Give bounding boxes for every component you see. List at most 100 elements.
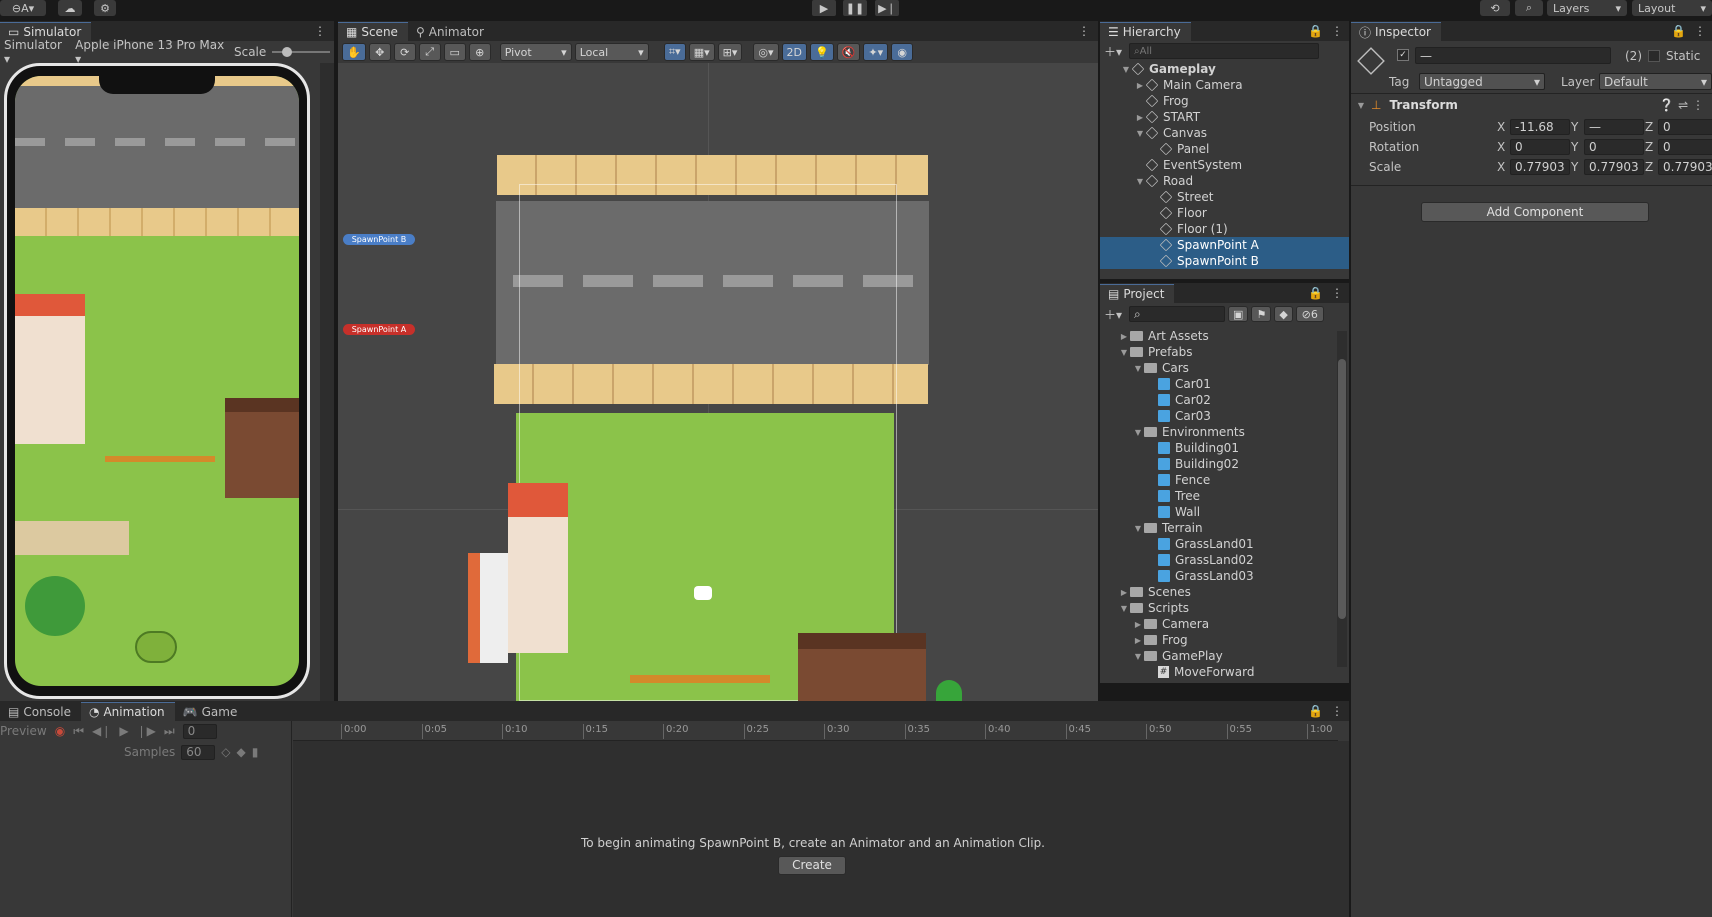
transform-help-icon[interactable]: ❔ ⇌ ⋮ bbox=[1659, 98, 1704, 112]
animation-lock-icon[interactable]: 🔒 bbox=[1308, 704, 1327, 721]
foldout-arrow-icon[interactable]: ▼ bbox=[1132, 652, 1144, 661]
hierarchy-item[interactable]: Floor (1) bbox=[1100, 221, 1349, 237]
increment-snap-icon[interactable]: ⊞▾ bbox=[717, 43, 743, 61]
project-item[interactable]: ▶ Scenes bbox=[1100, 584, 1349, 600]
foldout-arrow-icon[interactable]: ▶ bbox=[1134, 113, 1146, 122]
record-icon[interactable]: ◉ bbox=[55, 724, 65, 738]
pos-x-field[interactable]: -11.68 bbox=[1510, 119, 1570, 135]
project-item[interactable]: # MoveForward bbox=[1100, 664, 1349, 680]
pivot-dropdown[interactable]: Pivot ▾ bbox=[499, 43, 572, 61]
pos-z-field[interactable]: 0 bbox=[1658, 119, 1712, 135]
project-item[interactable]: Building02 bbox=[1100, 456, 1349, 472]
project-item[interactable]: ▼ Scripts bbox=[1100, 600, 1349, 616]
lighting-icon[interactable]: 💡 bbox=[809, 43, 834, 61]
search-by-label-icon[interactable]: ⚑ bbox=[1251, 306, 1272, 322]
scene-menu-icon[interactable]: ⋮ bbox=[1078, 24, 1098, 41]
rot-x-field[interactable]: 0 bbox=[1510, 139, 1570, 155]
rot-z-field[interactable]: 0 bbox=[1658, 139, 1712, 155]
inspector-lock-icon[interactable]: 🔒 bbox=[1671, 24, 1690, 41]
project-item[interactable]: Car02 bbox=[1100, 392, 1349, 408]
scene-view[interactable]: SpawnPoint B SpawnPoint A bbox=[338, 63, 1098, 701]
project-item[interactable]: Car03 bbox=[1100, 408, 1349, 424]
project-add-button[interactable]: ＋▾ bbox=[1104, 306, 1122, 323]
project-item[interactable]: GrassLand01 bbox=[1100, 536, 1349, 552]
foldout-arrow-icon[interactable]: ▼ bbox=[1134, 177, 1146, 186]
favorite-icon[interactable]: ◆ bbox=[1274, 306, 1293, 322]
device-dropdown[interactable]: Apple iPhone 13 Pro Max ▾ bbox=[75, 38, 228, 66]
hierarchy-item[interactable]: ▶ START bbox=[1100, 109, 1349, 125]
pos-y-field[interactable]: — bbox=[1584, 119, 1644, 135]
camera-gizmo-icon[interactable] bbox=[694, 586, 712, 600]
history-icon[interactable]: ⟲ bbox=[1480, 0, 1510, 16]
simulator-mode-dropdown[interactable]: Simulator ▾ bbox=[4, 38, 69, 66]
grid-snap-icon[interactable]: ⌗▾ bbox=[663, 43, 686, 61]
hidden-packages-icon[interactable]: ⊘ 6 bbox=[1295, 306, 1324, 322]
collab-icon[interactable]: ⚙ bbox=[94, 0, 116, 16]
tab-hierarchy[interactable]: ☰ Hierarchy bbox=[1100, 22, 1191, 41]
next-frame-icon[interactable]: ❘▶ bbox=[137, 724, 156, 738]
project-item[interactable]: ▼ Cars bbox=[1100, 360, 1349, 376]
project-search-input[interactable]: ⌕ bbox=[1129, 306, 1226, 322]
hierarchy-menu-icon[interactable]: ⋮ bbox=[1327, 24, 1349, 41]
visibility-icon[interactable]: ◉ bbox=[891, 43, 914, 61]
hierarchy-item[interactable]: ▼ Canvas bbox=[1100, 125, 1349, 141]
hierarchy-item[interactable]: SpawnPoint A bbox=[1100, 237, 1349, 253]
hierarchy-lock-icon[interactable]: 🔒 bbox=[1308, 24, 1327, 41]
project-item[interactable]: ▶ Art Assets bbox=[1100, 328, 1349, 344]
project-item[interactable]: ▶ Frog bbox=[1100, 632, 1349, 648]
mode-2d-button[interactable]: 2D bbox=[781, 43, 807, 61]
timeline-area[interactable] bbox=[293, 741, 1349, 917]
foldout-arrow-icon[interactable]: ▼ bbox=[1134, 129, 1146, 138]
tag-dropdown[interactable]: Untagged ▾ bbox=[1419, 73, 1545, 90]
account-button[interactable]: ⊖ A ▾ bbox=[0, 0, 46, 16]
play-icon[interactable]: ▶ bbox=[812, 0, 836, 16]
scl-x-field[interactable]: 0.77903 bbox=[1510, 159, 1570, 175]
create-animation-button[interactable]: Create bbox=[778, 856, 846, 875]
prev-frame-icon[interactable]: ◀❘ bbox=[92, 724, 111, 738]
samples-field[interactable]: 60 bbox=[181, 744, 216, 760]
timeline-ruler[interactable]: 0:00 0:05 0:10 0:15 0:20 0:25 0:30 0:35 0:40 0:45… bbox=[293, 721, 1338, 741]
hierarchy-item[interactable]: SpawnPoint B bbox=[1100, 253, 1349, 269]
layout-dropdown[interactable]: Layout ▾ bbox=[1632, 0, 1712, 16]
foldout-arrow-icon[interactable]: ▶ bbox=[1118, 588, 1130, 597]
scl-z-field[interactable]: 0.77903 bbox=[1658, 159, 1712, 175]
foldout-arrow-icon[interactable]: ▼ bbox=[1118, 348, 1130, 357]
object-name-field[interactable]: — bbox=[1415, 47, 1611, 64]
project-item[interactable]: GrassLand03 bbox=[1100, 568, 1349, 584]
tab-game[interactable]: 🎮 Game bbox=[175, 702, 248, 721]
simulator-menu-icon[interactable]: ⋮ bbox=[314, 24, 334, 41]
transform-foldout-icon[interactable]: ▼ bbox=[1355, 101, 1367, 110]
effects-icon[interactable]: ✦▾ bbox=[863, 43, 889, 61]
hierarchy-item[interactable]: ▼ Gameplay bbox=[1100, 61, 1349, 77]
foldout-arrow-icon[interactable]: ▶ bbox=[1134, 81, 1146, 90]
play-animation-icon[interactable]: ▶ bbox=[119, 724, 128, 738]
spawnpoint-b-label[interactable]: SpawnPoint B bbox=[343, 234, 415, 245]
hierarchy-item[interactable]: Street bbox=[1100, 189, 1349, 205]
hierarchy-search-input[interactable]: ⌕ All bbox=[1129, 43, 1320, 59]
foldout-arrow-icon[interactable]: ▶ bbox=[1132, 636, 1144, 645]
last-frame-icon[interactable]: ⏭ bbox=[164, 724, 175, 739]
event-marker-icon[interactable]: ▮ bbox=[252, 745, 259, 759]
hierarchy-item[interactable]: Panel bbox=[1100, 141, 1349, 157]
layers-dropdown[interactable]: Layers ▾ bbox=[1547, 0, 1627, 16]
project-menu-icon[interactable]: ⋮ bbox=[1327, 286, 1349, 303]
tab-console[interactable]: ▤ Console bbox=[0, 702, 81, 721]
hierarchy-item[interactable]: ▼ Road bbox=[1100, 173, 1349, 189]
frame-field[interactable]: 0 bbox=[182, 723, 217, 739]
first-frame-icon[interactable]: ⏮ bbox=[73, 724, 84, 739]
project-item[interactable]: Tree bbox=[1100, 488, 1349, 504]
project-item[interactable]: ▼ GamePlay bbox=[1100, 648, 1349, 664]
project-lock-icon[interactable]: 🔒 bbox=[1308, 286, 1327, 303]
game-view[interactable] bbox=[15, 76, 299, 686]
scl-y-field[interactable]: 0.77903 bbox=[1584, 159, 1644, 175]
hierarchy-item[interactable]: EventSystem bbox=[1100, 157, 1349, 173]
foldout-arrow-icon[interactable]: ▼ bbox=[1132, 428, 1144, 437]
tab-animator[interactable]: ⚲ Animator bbox=[408, 22, 494, 41]
hierarchy-item[interactable]: Frog bbox=[1100, 93, 1349, 109]
hierarchy-item[interactable]: ▶ Main Camera bbox=[1100, 77, 1349, 93]
move-tool-icon[interactable]: ✥ bbox=[368, 43, 391, 61]
rect-tool-icon[interactable]: ▭ bbox=[443, 43, 466, 61]
cloud-icon[interactable]: ☁ bbox=[58, 0, 82, 16]
project-item[interactable]: ▼ Prefabs bbox=[1100, 344, 1349, 360]
hierarchy-add-button[interactable]: ＋▾ bbox=[1104, 43, 1122, 60]
